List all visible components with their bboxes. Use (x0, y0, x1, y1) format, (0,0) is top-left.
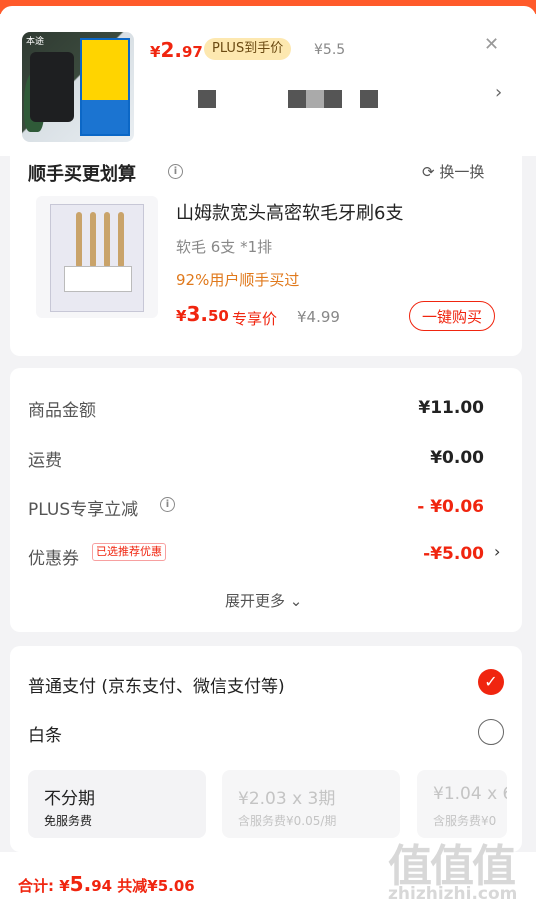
summary-value-shipping: ¥0.00 (430, 448, 484, 468)
installment-sub: 含服务费¥0.05/期 (238, 814, 337, 828)
spec-redacted-block[interactable] (198, 90, 216, 108)
expand-more-button[interactable]: 展开更多 ⌄ (225, 590, 302, 611)
chevron-right-icon[interactable]: › (495, 82, 502, 103)
installment-option-none[interactable]: 不分期 免服务费 (28, 770, 206, 838)
payment-option-baitiao[interactable]: 白条 (28, 721, 62, 746)
toothbrush-graphic (118, 212, 124, 268)
spec-redacted-block[interactable] (288, 90, 306, 108)
expand-more-label: 展开更多 (225, 592, 286, 610)
spec-redacted-block[interactable] (324, 90, 342, 108)
installment-option-6[interactable]: ¥1.04 x 6 含服务费¥0 (417, 770, 507, 838)
toothbrush-pack-graphic (50, 204, 144, 312)
payment-option-standard[interactable]: 普通支付 (京东支付、微信支付等) (28, 672, 285, 697)
installment-sub: 含服务费¥0 (433, 814, 497, 828)
recommend-title: 顺手买更划算 (28, 164, 136, 185)
order-total: 合计: ¥5.94 共减¥5.06 (18, 872, 195, 896)
chevron-right-icon[interactable]: › (494, 542, 500, 561)
installment-sub: 免服务费 (44, 814, 93, 828)
toothbrush-graphic (104, 212, 110, 268)
installment-option-3[interactable]: ¥2.03 x 3期 含服务费¥0.05/期 (222, 770, 400, 838)
exclusive-price-tag: 专享价 (232, 310, 278, 328)
package-graphic (80, 38, 130, 136)
recommend-original-price: ¥4.99 (297, 308, 340, 326)
summary-value-goods: ¥11.00 (418, 398, 484, 418)
watermark-url: zhizhizhi.com (388, 884, 518, 904)
original-price: ¥5.5 (314, 42, 346, 58)
plus-price-badge: PLUS到手价 (204, 38, 292, 60)
trash-bag-graphic (30, 52, 74, 122)
spec-redacted-block[interactable] (306, 90, 324, 108)
summary-value-plus: - ¥0.06 (417, 497, 484, 517)
summary-label-shipping: 运费 (28, 451, 62, 471)
info-icon[interactable]: i (168, 164, 183, 179)
close-icon[interactable]: ✕ (484, 34, 499, 55)
toothbrush-graphic (90, 212, 96, 268)
summary-label-coupon[interactable]: 优惠券 (28, 544, 79, 569)
checkmark-radio-icon[interactable]: ✓ (478, 669, 504, 695)
buyer-percentage: 92%用户顺手买过 (176, 271, 300, 289)
installment-title: ¥2.03 x 3期 (238, 789, 336, 809)
product-thumbnail[interactable]: 本途 (22, 32, 134, 142)
coupon-recommend-tag: 已选推荐优惠 (92, 543, 166, 561)
recommend-product-spec: 软毛 6支 *1排 (176, 238, 273, 256)
swap-button[interactable]: ⟳ 换一换 (422, 161, 484, 182)
summary-label-plus: PLUS专享立减 (28, 500, 139, 520)
swap-label: 换一换 (439, 163, 485, 181)
toothbrush-graphic (76, 212, 82, 268)
summary-label-goods: 商品金额 (28, 401, 96, 421)
info-icon[interactable]: i (160, 497, 175, 512)
chevron-down-icon: ⌄ (289, 592, 303, 610)
recommend-product-name[interactable]: 山姆款宽头高密软毛牙刷6支 (176, 199, 403, 225)
plus-price: ¥2.97 (150, 38, 203, 62)
spec-redacted-block[interactable] (360, 90, 378, 108)
summary-value-coupon[interactable]: -¥5.00 (423, 544, 484, 564)
pack-label-graphic (64, 266, 132, 292)
empty-radio-icon[interactable] (478, 719, 504, 745)
installment-title: ¥1.04 x 6 (433, 784, 507, 804)
toothbrush-product-image[interactable] (36, 196, 158, 318)
installment-title: 不分期 (44, 789, 95, 809)
thumbnail-brand-text: 本途 (26, 37, 45, 47)
recommend-product-price: ¥3.50 (176, 302, 229, 326)
one-click-buy-button[interactable]: 一键购买 (409, 301, 495, 331)
watermark: 值值值 zhizhizhi.com (388, 830, 528, 910)
